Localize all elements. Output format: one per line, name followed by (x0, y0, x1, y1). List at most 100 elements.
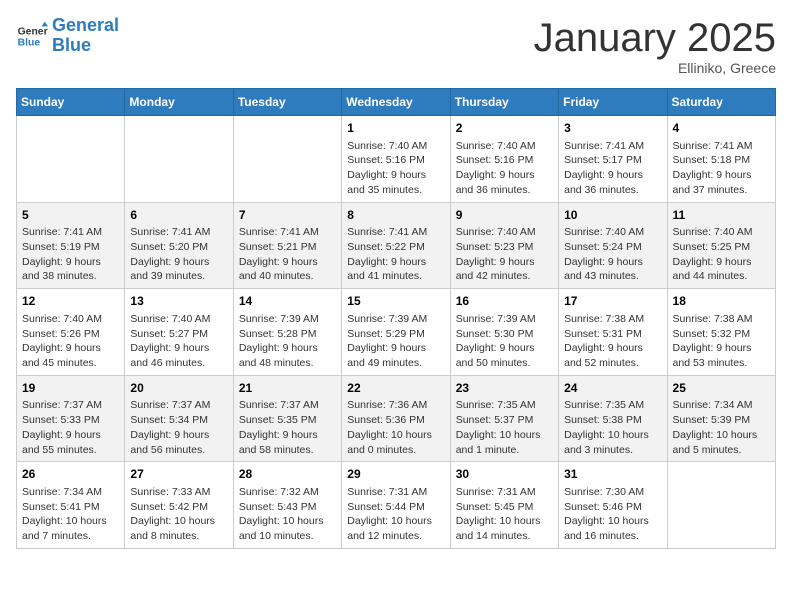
day-info: Sunrise: 7:41 AM Sunset: 5:20 PM Dayligh… (130, 225, 227, 284)
calendar-cell (667, 462, 775, 549)
day-number: 15 (347, 293, 444, 310)
calendar-week-2: 5Sunrise: 7:41 AM Sunset: 5:19 PM Daylig… (17, 202, 776, 289)
day-info: Sunrise: 7:40 AM Sunset: 5:16 PM Dayligh… (456, 139, 553, 198)
day-info: Sunrise: 7:39 AM Sunset: 5:29 PM Dayligh… (347, 312, 444, 371)
day-info: Sunrise: 7:40 AM Sunset: 5:25 PM Dayligh… (673, 225, 770, 284)
calendar-week-1: 1 Sunrise: 7:40 AM Sunset: 5:16 PM Daylig… (17, 116, 776, 203)
day-number: 12 (22, 293, 119, 310)
logo-icon: General Blue (16, 20, 48, 52)
month-title: January 2025 (534, 16, 776, 60)
day-info: Sunrise: 7:35 AM Sunset: 5:37 PM Dayligh… (456, 398, 553, 457)
day-info: Sunrise: 7:40 AM Sunset: 5:16 PM Dayligh… (347, 139, 444, 198)
calendar-cell: 3 Sunrise: 7:41 AM Sunset: 5:17 PM Daylig… (559, 116, 667, 203)
calendar-cell: 8Sunrise: 7:41 AM Sunset: 5:22 PM Daylig… (342, 202, 450, 289)
weekday-monday: Monday (125, 89, 233, 116)
day-info: Sunrise: 7:40 AM Sunset: 5:24 PM Dayligh… (564, 225, 661, 284)
day-number: 21 (239, 380, 336, 397)
day-number: 14 (239, 293, 336, 310)
calendar-table: SundayMondayTuesdayWednesdayThursdayFrid… (16, 88, 776, 549)
calendar-cell: 17Sunrise: 7:38 AM Sunset: 5:31 PM Dayli… (559, 289, 667, 376)
day-number: 1 (347, 120, 444, 137)
day-info: Sunrise: 7:32 AM Sunset: 5:43 PM Dayligh… (239, 485, 336, 544)
weekday-saturday: Saturday (667, 89, 775, 116)
day-number: 2 (456, 120, 553, 137)
calendar-cell: 13 Sunrise: 7:40 AM Sunset: 5:27 PM Dayli… (125, 289, 233, 376)
calendar-cell: 16 Sunrise: 7:39 AM Sunset: 5:30 PM Dayli… (450, 289, 558, 376)
day-number: 26 (22, 466, 119, 483)
weekday-thursday: Thursday (450, 89, 558, 116)
weekday-friday: Friday (559, 89, 667, 116)
day-number: 4 (673, 120, 770, 137)
calendar-cell: 7Sunrise: 7:41 AM Sunset: 5:21 PM Daylig… (233, 202, 341, 289)
day-info: Sunrise: 7:41 AM Sunset: 5:21 PM Dayligh… (239, 225, 336, 284)
day-number: 9 (456, 207, 553, 224)
day-info: Sunrise: 7:34 AM Sunset: 5:41 PM Dayligh… (22, 485, 119, 544)
calendar-cell: 18Sunrise: 7:38 AM Sunset: 5:32 PM Dayli… (667, 289, 775, 376)
day-number: 23 (456, 380, 553, 397)
day-info: Sunrise: 7:40 AM Sunset: 5:26 PM Dayligh… (22, 312, 119, 371)
calendar-cell (125, 116, 233, 203)
weekday-header-row: SundayMondayTuesdayWednesdayThursdayFrid… (17, 89, 776, 116)
day-info: Sunrise: 7:37 AM Sunset: 5:35 PM Dayligh… (239, 398, 336, 457)
calendar-cell: 26 Sunrise: 7:34 AM Sunset: 5:41 PM Dayli… (17, 462, 125, 549)
weekday-wednesday: Wednesday (342, 89, 450, 116)
day-number: 11 (673, 207, 770, 224)
day-number: 8 (347, 207, 444, 224)
day-info: Sunrise: 7:41 AM Sunset: 5:22 PM Dayligh… (347, 225, 444, 284)
location: Elliniko, Greece (534, 60, 776, 76)
day-info: Sunrise: 7:35 AM Sunset: 5:38 PM Dayligh… (564, 398, 661, 457)
calendar-cell: 12 Sunrise: 7:40 AM Sunset: 5:26 PM Dayli… (17, 289, 125, 376)
calendar-cell: 31 Sunrise: 7:30 AM Sunset: 5:46 PM Dayli… (559, 462, 667, 549)
day-number: 31 (564, 466, 661, 483)
day-info: Sunrise: 7:41 AM Sunset: 5:17 PM Dayligh… (564, 139, 661, 198)
calendar-cell: 15 Sunrise: 7:39 AM Sunset: 5:29 PM Dayli… (342, 289, 450, 376)
calendar-cell: 28 Sunrise: 7:32 AM Sunset: 5:43 PM Dayli… (233, 462, 341, 549)
day-number: 3 (564, 120, 661, 137)
calendar-week-5: 26 Sunrise: 7:34 AM Sunset: 5:41 PM Dayli… (17, 462, 776, 549)
day-info: Sunrise: 7:40 AM Sunset: 5:27 PM Dayligh… (130, 312, 227, 371)
calendar-cell: 19Sunrise: 7:37 AM Sunset: 5:33 PM Dayli… (17, 375, 125, 462)
day-info: Sunrise: 7:39 AM Sunset: 5:30 PM Dayligh… (456, 312, 553, 371)
calendar-cell: 6Sunrise: 7:41 AM Sunset: 5:20 PM Daylig… (125, 202, 233, 289)
day-info: Sunrise: 7:41 AM Sunset: 5:18 PM Dayligh… (673, 139, 770, 198)
day-number: 13 (130, 293, 227, 310)
day-info: Sunrise: 7:37 AM Sunset: 5:34 PM Dayligh… (130, 398, 227, 457)
day-info: Sunrise: 7:41 AM Sunset: 5:19 PM Dayligh… (22, 225, 119, 284)
svg-text:General: General (18, 26, 48, 37)
day-info: Sunrise: 7:30 AM Sunset: 5:46 PM Dayligh… (564, 485, 661, 544)
day-number: 16 (456, 293, 553, 310)
day-number: 30 (456, 466, 553, 483)
calendar-cell: 1 Sunrise: 7:40 AM Sunset: 5:16 PM Daylig… (342, 116, 450, 203)
calendar-cell: 27Sunrise: 7:33 AM Sunset: 5:42 PM Dayli… (125, 462, 233, 549)
calendar-cell: 14 Sunrise: 7:39 AM Sunset: 5:28 PM Dayli… (233, 289, 341, 376)
calendar-cell: 10Sunrise: 7:40 AM Sunset: 5:24 PM Dayli… (559, 202, 667, 289)
calendar-cell: 2 Sunrise: 7:40 AM Sunset: 5:16 PM Daylig… (450, 116, 558, 203)
calendar-cell: 11Sunrise: 7:40 AM Sunset: 5:25 PM Dayli… (667, 202, 775, 289)
calendar-cell: 4 Sunrise: 7:41 AM Sunset: 5:18 PM Daylig… (667, 116, 775, 203)
weekday-tuesday: Tuesday (233, 89, 341, 116)
day-number: 10 (564, 207, 661, 224)
title-block: January 2025 Elliniko, Greece (534, 16, 776, 76)
weekday-sunday: Sunday (17, 89, 125, 116)
logo-text: GeneralBlue (52, 16, 119, 56)
logo: General Blue GeneralBlue (16, 16, 119, 56)
page-header: General Blue GeneralBlue January 2025 El… (16, 16, 776, 76)
calendar-cell: 30 Sunrise: 7:31 AM Sunset: 5:45 PM Dayli… (450, 462, 558, 549)
day-number: 27 (130, 466, 227, 483)
day-number: 24 (564, 380, 661, 397)
calendar-cell: 21Sunrise: 7:37 AM Sunset: 5:35 PM Dayli… (233, 375, 341, 462)
calendar-week-4: 19Sunrise: 7:37 AM Sunset: 5:33 PM Dayli… (17, 375, 776, 462)
day-info: Sunrise: 7:31 AM Sunset: 5:45 PM Dayligh… (456, 485, 553, 544)
calendar-cell: 22Sunrise: 7:36 AM Sunset: 5:36 PM Dayli… (342, 375, 450, 462)
day-number: 19 (22, 380, 119, 397)
calendar-cell: 5Sunrise: 7:41 AM Sunset: 5:19 PM Daylig… (17, 202, 125, 289)
day-number: 25 (673, 380, 770, 397)
day-number: 28 (239, 466, 336, 483)
calendar-cell: 25Sunrise: 7:34 AM Sunset: 5:39 PM Dayli… (667, 375, 775, 462)
day-number: 17 (564, 293, 661, 310)
calendar-week-3: 12 Sunrise: 7:40 AM Sunset: 5:26 PM Dayli… (17, 289, 776, 376)
day-info: Sunrise: 7:36 AM Sunset: 5:36 PM Dayligh… (347, 398, 444, 457)
day-info: Sunrise: 7:34 AM Sunset: 5:39 PM Dayligh… (673, 398, 770, 457)
calendar-body: 1 Sunrise: 7:40 AM Sunset: 5:16 PM Daylig… (17, 116, 776, 549)
day-info: Sunrise: 7:39 AM Sunset: 5:28 PM Dayligh… (239, 312, 336, 371)
